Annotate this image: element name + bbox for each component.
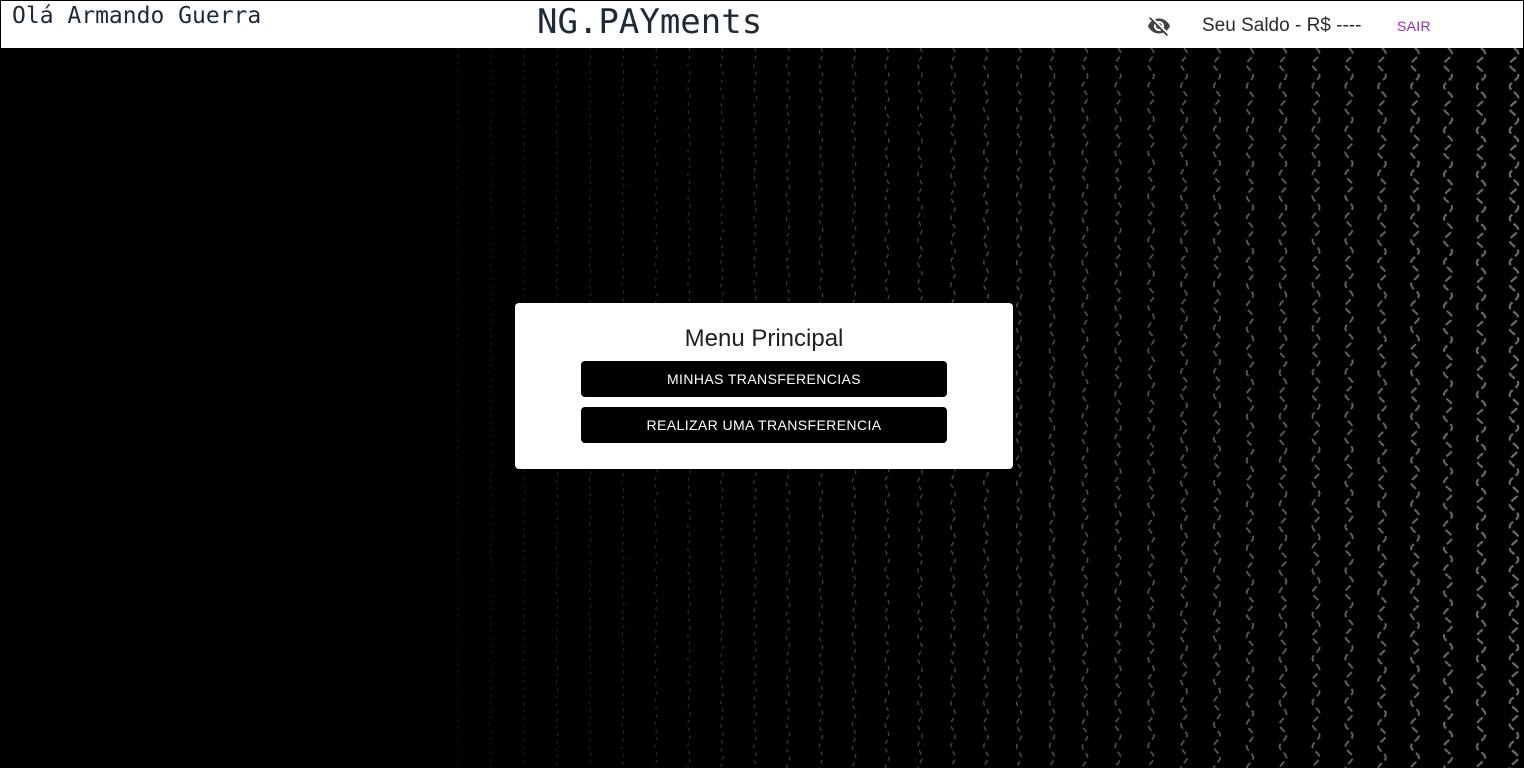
user-greeting: Olá Armando Guerra [12,3,262,29]
wave-line [1048,48,1056,768]
wave-line [1147,48,1155,768]
menu-title: Menu Principal [684,325,844,352]
wave-line [1212,48,1222,768]
app-root: Olá Armando Guerra NG.PAYments Seu Saldo… [0,0,1524,768]
make-transfer-button[interactable]: REALIZAR UMA TRANSFERENCIA [581,407,947,443]
wave-line [1081,48,1089,768]
wave-line [1475,48,1487,768]
wave-line [1377,48,1387,768]
wave-line [1015,48,1023,768]
wave-line [1442,48,1454,768]
wave-line [1114,48,1122,768]
wave-line [490,48,492,768]
wave-line [1311,48,1321,768]
my-transfers-button[interactable]: MINHAS TRANSFERENCIAS [581,361,947,397]
wave-line [1180,48,1188,768]
top-bar: Olá Armando Guerra NG.PAYments Seu Saldo… [0,0,1524,48]
eye-off-icon [1148,17,1170,36]
balance-display: Seu Saldo - R$ ---- [1202,15,1362,36]
wave-line [1409,48,1421,768]
toggle-balance-visibility-button[interactable] [1146,13,1172,39]
wave-line [1508,48,1520,768]
wave-line [1278,48,1288,768]
brand-title: NG.PAYments [537,2,763,42]
logout-button[interactable]: SAIR [1397,18,1431,34]
main-menu-card: Menu Principal MINHAS TRANSFERENCIAS REA… [515,303,1013,469]
wave-line [1344,48,1354,768]
wave-line [1245,48,1255,768]
